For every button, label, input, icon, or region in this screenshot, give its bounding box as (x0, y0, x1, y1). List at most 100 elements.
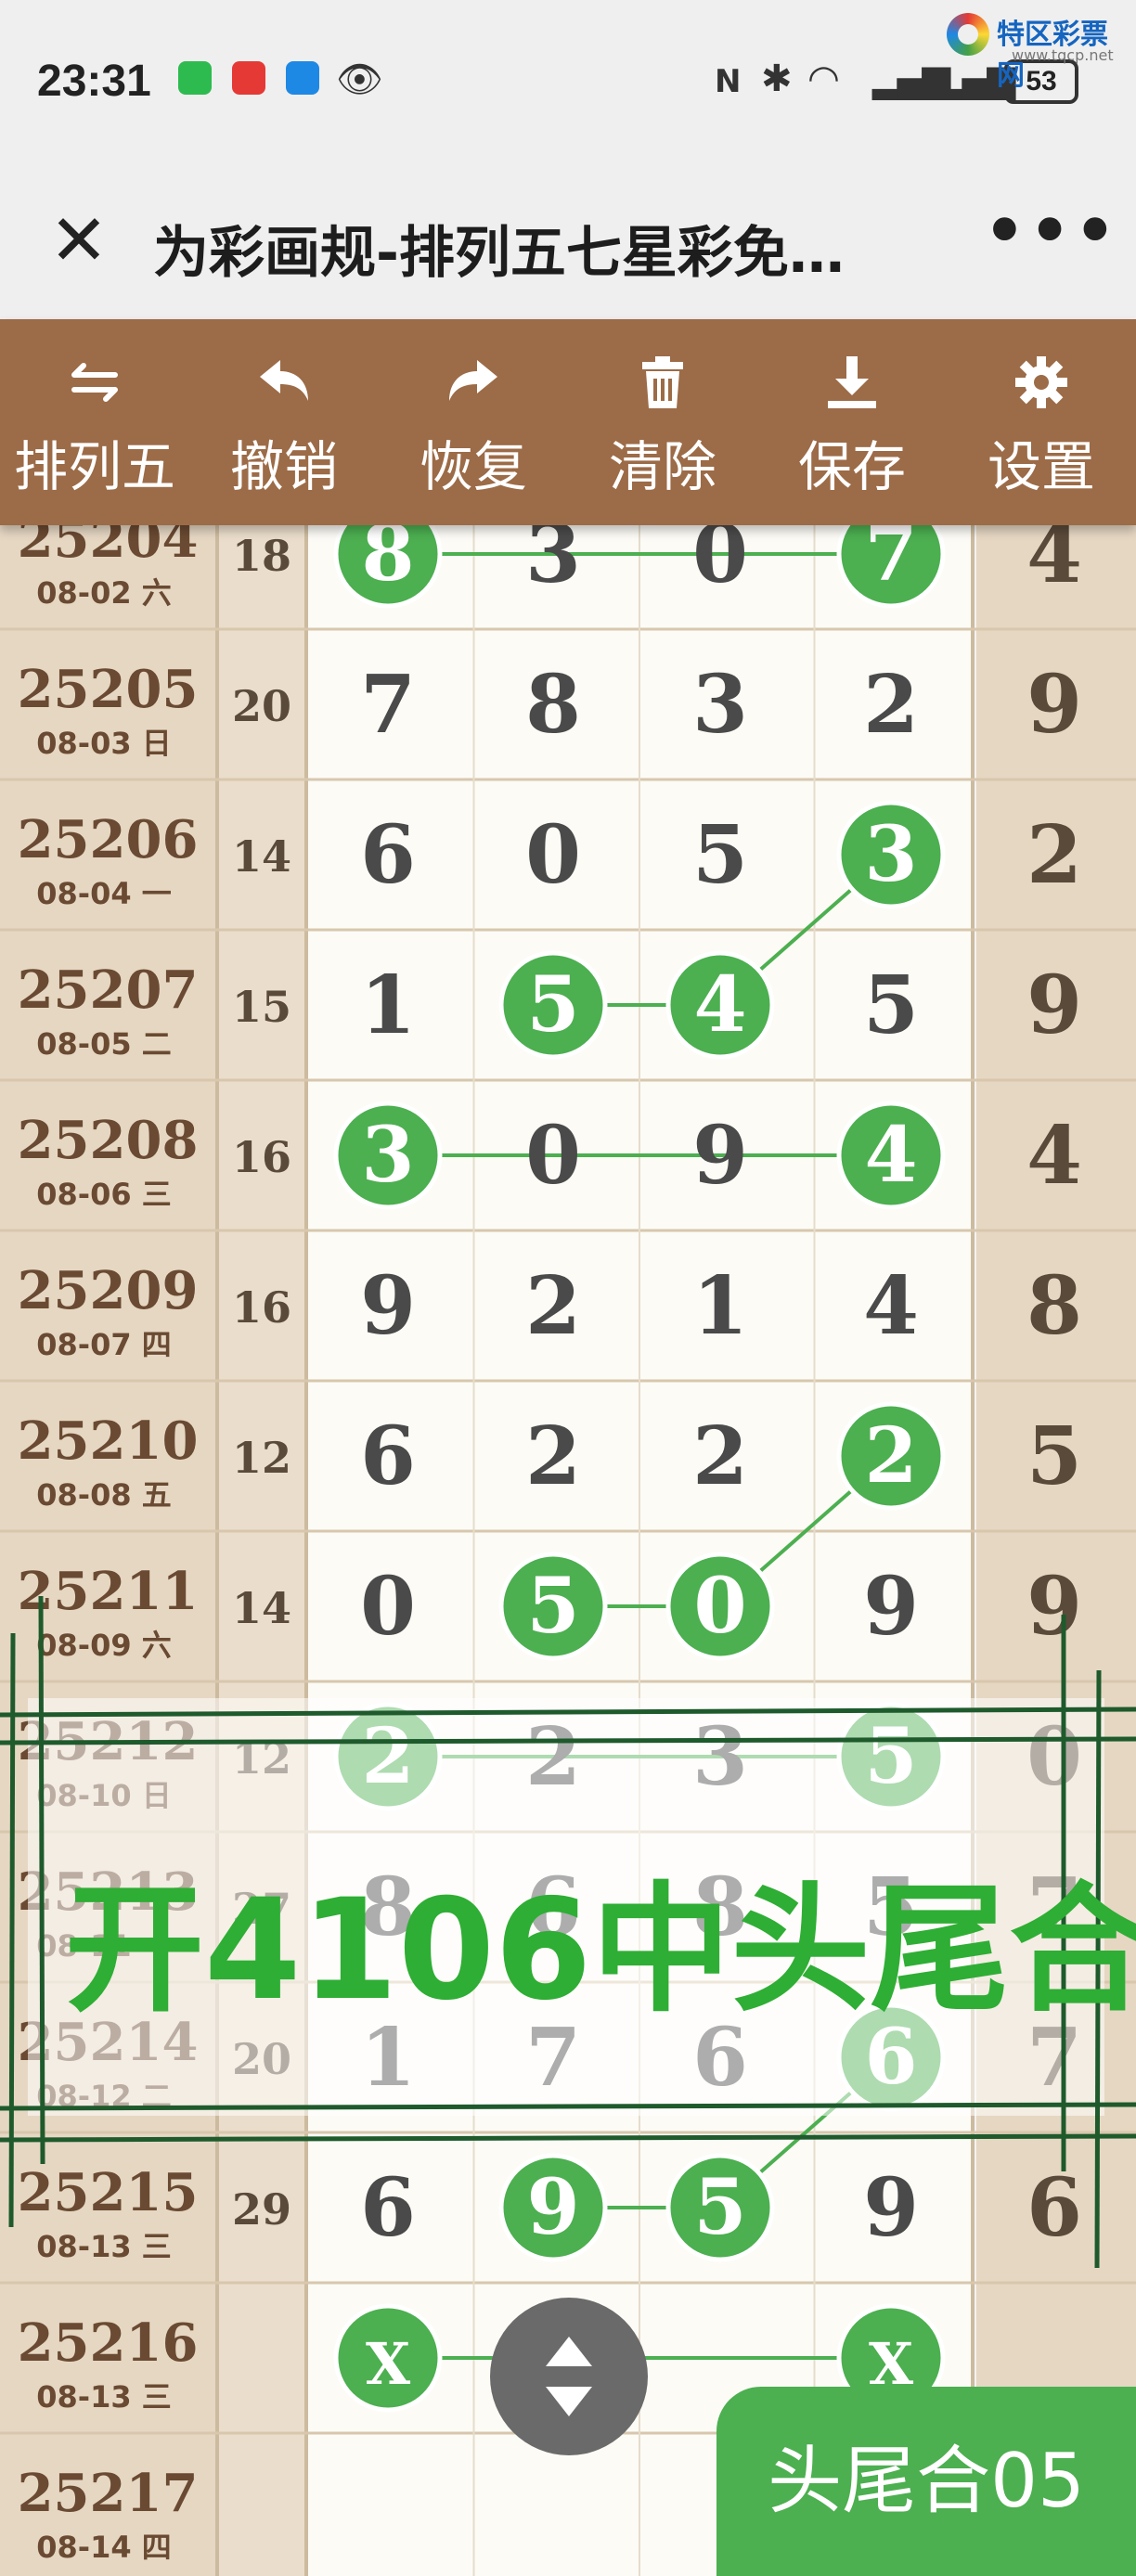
notification-icon (232, 61, 265, 95)
digit-cell: 6 (360, 808, 416, 902)
fifth-digit: 4 (1026, 525, 1082, 601)
sum-value: 14 (232, 831, 291, 882)
digit-cell: 9 (360, 1259, 416, 1353)
digit-cell: 5 (863, 959, 919, 1052)
nav-bar: ✕ 为彩画规-排列五七星彩免… ••• (0, 167, 1136, 319)
ball-digit: 2 (864, 1411, 917, 1501)
eye-icon: 👁 (336, 58, 383, 101)
digit-cell: 2 (863, 658, 919, 752)
sum-value: 16 (232, 1282, 291, 1333)
digit-cell: 3 (692, 1710, 748, 1804)
issue-number: 25208 (18, 1110, 199, 1171)
issue-number: 25211 (18, 1561, 199, 1622)
gear-icon (947, 354, 1136, 410)
digit-cell: 1 (692, 1259, 748, 1353)
issue-number: 25206 (18, 809, 199, 870)
wechat-icon (178, 61, 212, 95)
issue-number: 25209 (18, 1260, 199, 1321)
ball-digit: 4 (864, 1111, 917, 1200)
sum-value: 16 (232, 1132, 291, 1182)
redo-icon (379, 354, 568, 410)
sum-value: 18 (232, 531, 291, 581)
swap-arrows-icon (0, 354, 189, 410)
sum-value: 12 (232, 1733, 291, 1784)
digit-cell: 4 (863, 1259, 919, 1353)
download-icon (757, 354, 947, 410)
up-down-arrows-icon (546, 2337, 592, 2416)
digit-cell: 1 (360, 959, 416, 1052)
toolbar-button-settings[interactable]: 设置 (947, 319, 1136, 525)
ball-digit: 5 (693, 2163, 746, 2252)
signal-icon: ▂▄▆ (872, 58, 950, 100)
digit-cell: 2 (525, 1710, 581, 1804)
digit-cell: 7 (360, 658, 416, 752)
page-title: 为彩画规-排列五七星彩免… (153, 221, 845, 286)
fifth-digit: 0 (1026, 1710, 1082, 1804)
result-badge: 头尾合05 (716, 2387, 1136, 2576)
sum-value: 20 (232, 2034, 291, 2084)
toolbar-label: 撤销 (229, 435, 338, 498)
watermark-url: www.tqcp.net (1012, 46, 1114, 64)
ball-digit: 3 (361, 1111, 414, 1200)
ball-digit: 9 (526, 2163, 579, 2252)
issue-number: 25212 (18, 1711, 199, 1772)
issue-date: 08-13 三 (36, 2379, 172, 2415)
trash-icon (568, 354, 757, 410)
ball-digit: 7 (864, 525, 917, 599)
toolbar-button-redo[interactable]: 恢复 (379, 319, 568, 525)
issue-number: 25205 (18, 659, 199, 720)
digit-cell: 0 (360, 1560, 416, 1654)
digit-cell: 6 (360, 1410, 416, 1503)
bluetooth-icon: ✱ (761, 58, 793, 100)
issue-date: 08-08 五 (36, 1477, 172, 1513)
digit-cell: 2 (692, 1410, 748, 1503)
toolbar-button-clear[interactable]: 清除 (568, 319, 757, 525)
digit-cell: 5 (692, 808, 748, 902)
issue-date: 08-07 四 (36, 1327, 172, 1362)
scroll-handle[interactable] (490, 2298, 648, 2455)
toolbar-label: 排列五 (13, 435, 175, 498)
digit-cell: 2 (525, 1259, 581, 1353)
toolbar: 排列五 撤销 恢复 清除 保存 设置 (0, 319, 1136, 525)
sum-value: 12 (232, 1433, 291, 1483)
headline-overlay: 开4106中头尾合 (65, 1870, 1136, 2031)
fifth-digit: 9 (1026, 658, 1082, 752)
chart-svg[interactable]: 2520408-02 六18 8 3 0 7 42520508-03 日20 7 8 3 2 925… (0, 525, 1136, 2576)
toolbar-button-undo[interactable]: 撤销 (189, 319, 379, 525)
undo-icon (189, 354, 379, 410)
status-bar: 23:31 👁 N ✱ ◠ ▂▄▆ ▂▄▆ 53 特区彩票网 www.tqcp.… (0, 0, 1136, 167)
fifth-digit: 9 (1026, 959, 1082, 1052)
fifth-digit: 9 (1026, 1560, 1082, 1654)
ball-digit: 3 (864, 810, 917, 899)
close-icon[interactable]: ✕ (37, 199, 121, 282)
issue-number: 25217 (18, 2463, 199, 2524)
ball-digit: 0 (693, 1562, 746, 1651)
trend-chart[interactable]: 25204 08-02 六 18 8 3 0 7 4 25205 08-03 日 20 7 8 3 2 9 25… (0, 525, 1136, 2576)
issue-date: 08-09 六 (36, 1628, 172, 1663)
ball-digit: X (366, 2330, 411, 2398)
issue-number: 25216 (18, 2312, 199, 2374)
digit-cell: 3 (525, 525, 581, 601)
sum-value: 15 (232, 982, 291, 1032)
fifth-digit: 6 (1026, 2161, 1082, 2255)
issue-number: 25207 (18, 960, 199, 1021)
status-time: 23:31 (37, 57, 151, 106)
issue-date: 08-12 二 (36, 2079, 172, 2114)
digit-cell: 3 (692, 658, 748, 752)
fifth-digit: 5 (1026, 1410, 1082, 1503)
sum-value: 29 (232, 2184, 291, 2235)
toolbar-label: 清除 (608, 435, 716, 498)
issue-date: 08-10 日 (36, 1778, 172, 1813)
toolbar-button-pl5[interactable]: 排列五 (0, 319, 189, 525)
fifth-digit: 8 (1026, 1259, 1082, 1353)
issue-date: 08-04 一 (36, 876, 172, 911)
issue-number: 25215 (18, 2162, 199, 2223)
issue-number: 25204 (18, 525, 199, 570)
toolbar-button-save[interactable]: 保存 (757, 319, 947, 525)
toolbar-label: 保存 (797, 435, 906, 498)
ball-digit: 4 (693, 960, 746, 1050)
digit-cell: 6 (360, 2161, 416, 2255)
more-options-icon[interactable]: ••• (984, 193, 1119, 269)
digit-cell: 8 (525, 658, 581, 752)
issue-date: 08-03 日 (36, 726, 172, 761)
